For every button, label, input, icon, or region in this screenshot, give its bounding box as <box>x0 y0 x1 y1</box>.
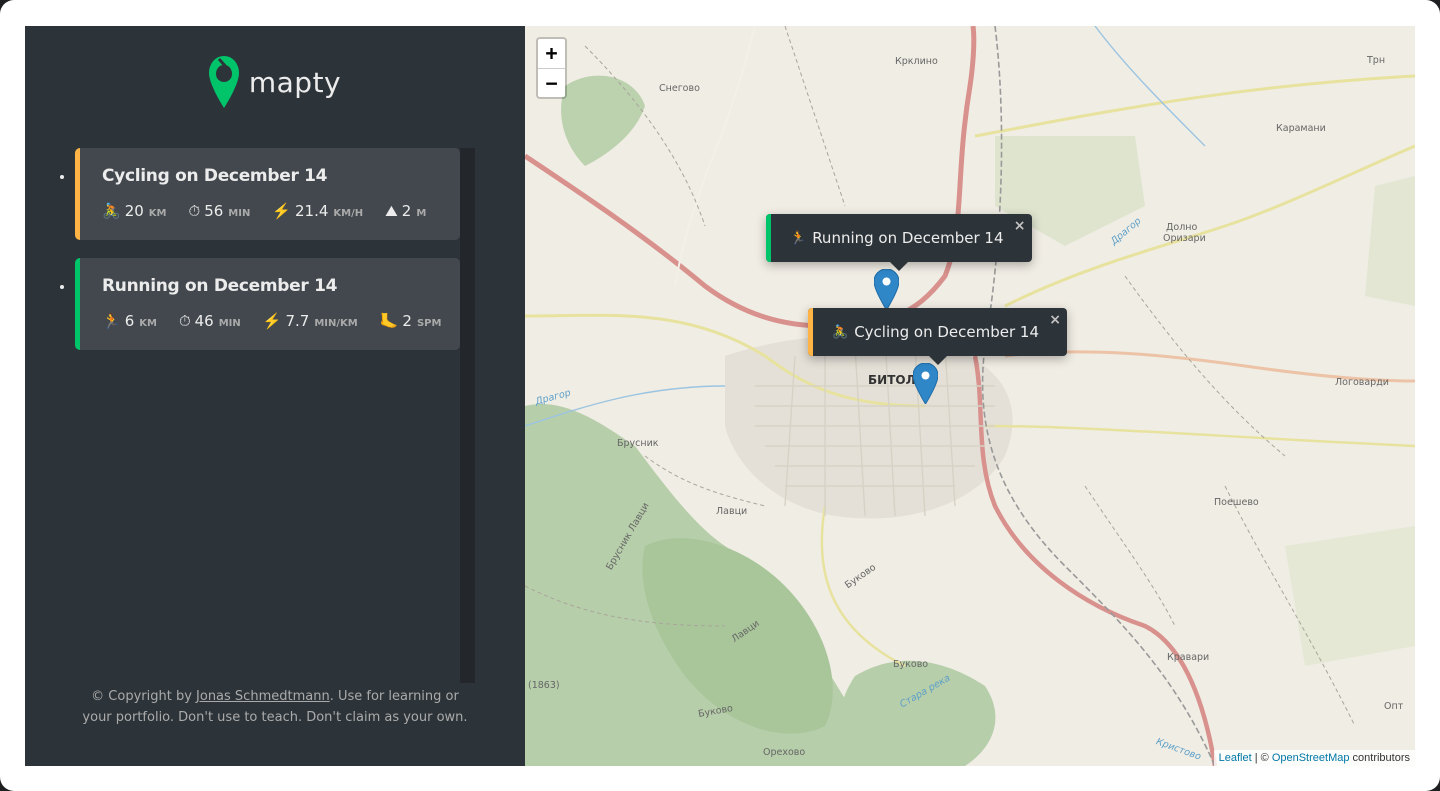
zoom-in-button[interactable]: + <box>538 39 565 68</box>
distance-unit: km <box>139 318 157 329</box>
logo-text: mapty <box>248 65 342 99</box>
foot-icon: 🦶 <box>379 312 399 330</box>
popup-text: Running on December 14 <box>812 229 1004 247</box>
attribution-sep: | © <box>1251 752 1272 764</box>
workout-title: Running on December 14 <box>102 276 338 296</box>
mountain-icon: ⛰ <box>385 202 398 220</box>
map-marker-icon[interactable] <box>913 363 938 404</box>
workout-list: Cycling on December 14 🚴 20 km ⏱ 56 min <box>75 148 475 683</box>
osm-link[interactable]: OpenStreetMap <box>1272 752 1350 764</box>
elevation-value: 2 <box>401 202 412 220</box>
stopwatch-icon: ⏱ <box>178 312 191 330</box>
elevation-detail: ⛰ 2 m <box>385 202 426 220</box>
city-label: БИТОЛ <box>868 373 916 387</box>
runner-icon: 🏃 <box>790 230 807 246</box>
place-label: Крклино <box>895 56 938 67</box>
place-label: Лавци <box>716 506 748 517</box>
pace-detail: ⚡️ 7.7 min/km <box>263 312 358 330</box>
close-icon[interactable]: × <box>1049 312 1061 328</box>
distance-value: 6 <box>124 312 135 330</box>
speed-unit: km/h <box>333 208 364 219</box>
elevation-label: (1863) <box>528 680 560 691</box>
lightning-icon: ⚡️ <box>262 312 282 330</box>
lightning-icon: ⚡️ <box>272 202 292 220</box>
place-label: Буково <box>893 659 929 670</box>
duration-value: 46 <box>194 312 214 330</box>
speed-value: 21.4 <box>295 202 329 220</box>
leaflet-link[interactable]: Leaflet <box>1219 752 1252 764</box>
running-popup[interactable]: 🏃 Running on December 14 × <box>766 214 1032 271</box>
distance-detail: 🚴 20 km <box>102 202 166 220</box>
map-tiles[interactable] <box>525 26 1415 766</box>
zoom-control: + − <box>536 37 567 99</box>
pace-unit: min/km <box>314 318 358 329</box>
duration-detail: ⏱ 56 min <box>188 202 250 220</box>
runner-icon: 🏃 <box>102 312 121 330</box>
zoom-out-button[interactable]: − <box>538 68 565 97</box>
map-attribution: Leaflet | © OpenStreetMap contributors <box>1213 750 1415 766</box>
map-marker-icon[interactable] <box>874 269 899 310</box>
duration-unit: min <box>228 208 251 219</box>
map-pin-icon <box>208 56 239 108</box>
cadence-detail: 🦶 2 spm <box>380 312 442 330</box>
workout-item-running[interactable]: Running on December 14 🏃 6 km ⏱ 46 min <box>75 258 460 350</box>
attribution-suffix: contributors <box>1349 752 1410 764</box>
cyclist-icon: 🚴 <box>832 324 849 340</box>
copyright-prefix: © Copyright by <box>91 689 197 704</box>
workout-item-cycling[interactable]: Cycling on December 14 🚴 20 km ⏱ 56 min <box>75 148 460 240</box>
logo: mapty <box>25 56 525 108</box>
place-label: Логоварди <box>1335 377 1389 388</box>
cadence-value: 2 <box>402 312 412 330</box>
place-label: Оризари <box>1163 233 1206 244</box>
cycling-popup[interactable]: 🚴 Cycling on December 14 × <box>808 308 1068 365</box>
place-label: Снегово <box>659 83 700 94</box>
pace-value: 7.7 <box>285 312 310 330</box>
author-link[interactable]: Jonas Schmedtmann <box>196 689 330 704</box>
place-label: Орехово <box>763 747 806 758</box>
workout-title: Cycling on December 14 <box>102 166 328 186</box>
duration-detail: ⏱ 46 min <box>179 312 241 330</box>
stopwatch-icon: ⏱ <box>188 202 201 220</box>
map[interactable]: Крклино Снегово Карамани Долно Оризари Б… <box>525 26 1415 766</box>
place-label: Опт <box>1384 701 1404 712</box>
sidebar: mapty Cycling on December 14 🚴 20 km ⏱ <box>25 26 525 766</box>
distance-unit: km <box>148 208 167 219</box>
distance-value: 20 <box>124 202 144 220</box>
distance-detail: 🏃 6 km <box>102 312 157 330</box>
popup-text: Cycling on December 14 <box>854 323 1040 341</box>
place-label: Трн <box>1367 55 1386 66</box>
duration-unit: min <box>218 318 241 329</box>
place-label: Карамани <box>1276 123 1326 134</box>
cadence-unit: spm <box>416 318 442 329</box>
place-label: Долно <box>1166 222 1198 233</box>
elevation-unit: m <box>416 208 427 219</box>
close-icon[interactable]: × <box>1014 218 1026 234</box>
copyright: © Copyright by Jonas Schmedtmann. Use fo… <box>75 686 475 728</box>
cyclist-icon: 🚴 <box>102 202 121 220</box>
browser-frame: mapty Cycling on December 14 🚴 20 km ⏱ <box>0 0 1440 791</box>
place-label: Поешево <box>1214 497 1259 508</box>
place-label: Кравари <box>1167 652 1210 663</box>
place-label: Брусник <box>617 438 659 449</box>
speed-detail: ⚡️ 21.4 km/h <box>272 202 363 220</box>
duration-value: 56 <box>204 202 224 220</box>
app: mapty Cycling on December 14 🚴 20 km ⏱ <box>25 26 1415 766</box>
